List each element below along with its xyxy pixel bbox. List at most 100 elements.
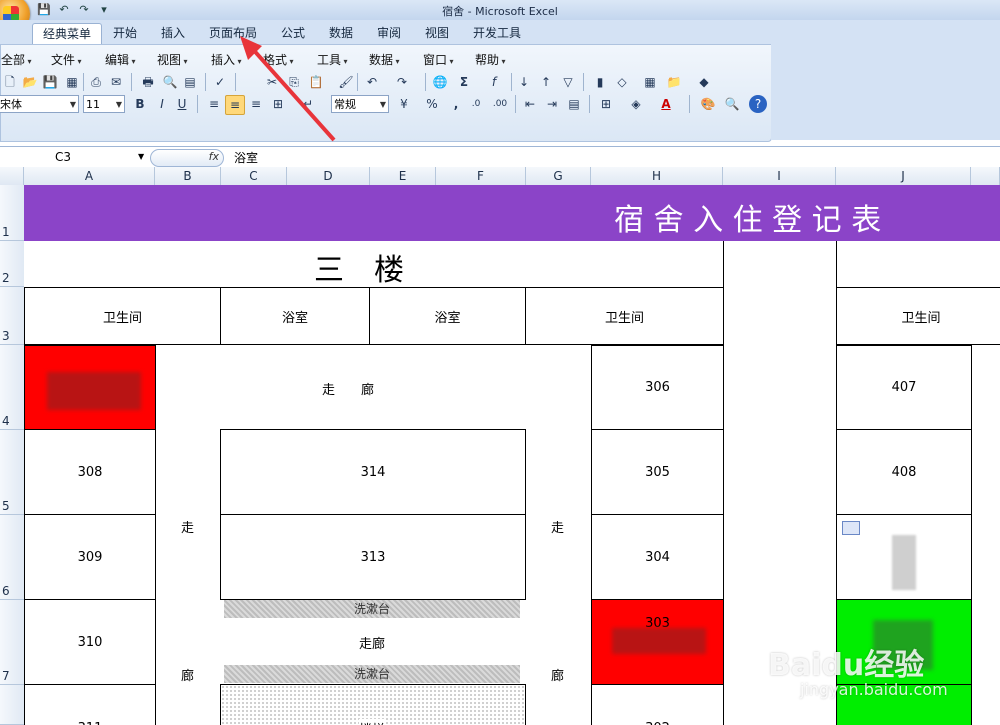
room-311[interactable]: 311 bbox=[24, 684, 156, 725]
print-preview-icon[interactable]: 🔍 bbox=[161, 73, 179, 91]
column-header[interactable]: G bbox=[526, 167, 591, 185]
menu-all[interactable]: 全部 bbox=[1, 51, 32, 68]
font-color-icon[interactable]: A bbox=[657, 95, 675, 113]
borders-icon[interactable]: ⊞ bbox=[597, 95, 615, 113]
row-header[interactable]: 3 bbox=[0, 287, 24, 345]
redo-icon[interactable]: ↷ bbox=[76, 2, 92, 17]
room-408[interactable]: 408 bbox=[836, 429, 972, 515]
sort-descending-icon[interactable]: ↑ bbox=[537, 73, 555, 91]
decrease-decimal-icon[interactable]: .00 bbox=[491, 95, 509, 113]
cell-bathroom[interactable]: 卫生间 bbox=[525, 287, 724, 345]
increase-indent-icon[interactable]: ⇥ bbox=[543, 95, 561, 113]
email-icon[interactable]: ✉ bbox=[107, 73, 125, 91]
formula-controls[interactable]: fx bbox=[150, 149, 224, 167]
room-308[interactable]: 308 bbox=[24, 429, 156, 515]
cell-bathroom[interactable]: 卫生间 bbox=[836, 287, 1000, 345]
folder-icon[interactable]: 📁 bbox=[665, 73, 683, 91]
row-header[interactable]: 5 bbox=[0, 430, 24, 515]
column-header[interactable]: D bbox=[287, 167, 370, 185]
spelling-icon[interactable]: ✓ bbox=[211, 73, 229, 91]
pdf-icon[interactable]: ⎙ bbox=[87, 73, 105, 91]
sheet-title-bar[interactable]: 宿 舍 入 住 登 记 表 bbox=[24, 185, 1000, 241]
column-header[interactable]: I bbox=[723, 167, 836, 185]
save-icon[interactable]: 💾 bbox=[36, 2, 52, 17]
menu-edit[interactable]: 编辑 bbox=[105, 51, 136, 68]
permission-icon[interactable]: ▦ bbox=[63, 73, 81, 91]
column-header[interactable]: J bbox=[836, 167, 971, 185]
tab-review[interactable]: 审阅 bbox=[370, 23, 408, 43]
font-name-combo[interactable]: 宋体 ▼ bbox=[0, 95, 79, 113]
hyperlink-icon[interactable]: 🌐 bbox=[431, 73, 449, 91]
cell-shower[interactable]: 浴室 bbox=[369, 287, 526, 345]
tab-home[interactable]: 开始 bbox=[106, 23, 144, 43]
comma-button[interactable]: , bbox=[447, 95, 465, 113]
room-314[interactable]: 314 bbox=[220, 429, 526, 515]
percent-button[interactable]: % bbox=[423, 95, 441, 113]
table-icon[interactable]: ▦ bbox=[641, 73, 659, 91]
room-310[interactable]: 310 bbox=[24, 599, 156, 685]
room-303[interactable]: 303 bbox=[591, 599, 724, 685]
row-header[interactable]: 4 bbox=[0, 345, 24, 430]
row-header[interactable]: 1 bbox=[0, 185, 24, 241]
menu-data[interactable]: 数据 bbox=[369, 51, 400, 68]
align-left-icon[interactable]: ≡ bbox=[205, 95, 223, 113]
undo-icon[interactable]: ↶ bbox=[363, 73, 381, 91]
find-icon[interactable]: 🔍 bbox=[723, 95, 741, 113]
column-header[interactable]: A bbox=[24, 167, 155, 185]
tab-insert[interactable]: 插入 bbox=[154, 23, 192, 43]
menu-window[interactable]: 窗口 bbox=[423, 51, 454, 68]
row-header[interactable]: 6 bbox=[0, 515, 24, 600]
row-header[interactable]: 2 bbox=[0, 241, 24, 287]
macro-icon[interactable]: ◆ bbox=[695, 73, 713, 91]
room-309[interactable]: 309 bbox=[24, 514, 156, 600]
room-306[interactable]: 306 bbox=[591, 345, 724, 430]
room-407[interactable]: 407 bbox=[836, 345, 972, 430]
tab-classic-menu[interactable]: 经典菜单 bbox=[32, 23, 102, 45]
column-header[interactable]: F bbox=[436, 167, 526, 185]
page-setup-icon[interactable]: ▤ bbox=[181, 73, 199, 91]
row-header[interactable]: 7 bbox=[0, 600, 24, 685]
column-header[interactable] bbox=[971, 167, 1000, 185]
customize-qat-icon[interactable]: ▾ bbox=[96, 2, 112, 17]
menu-file[interactable]: 文件 bbox=[51, 51, 82, 68]
redo-icon[interactable]: ↷ bbox=[393, 73, 411, 91]
bold-button[interactable]: B bbox=[131, 95, 149, 113]
stairs-area[interactable]: 楼梯 bbox=[220, 684, 526, 725]
tab-developer[interactable]: 开发工具 bbox=[468, 23, 526, 43]
autosum-icon[interactable]: Σ bbox=[455, 73, 473, 91]
italic-button[interactable]: I bbox=[153, 95, 171, 113]
save-icon[interactable]: 💾 bbox=[41, 73, 59, 91]
formula-input[interactable]: 浴室 bbox=[234, 149, 258, 166]
room-occupied-redacted[interactable] bbox=[24, 345, 156, 430]
room-305[interactable]: 305 bbox=[591, 429, 724, 515]
chart-icon[interactable]: ▮ bbox=[591, 73, 609, 91]
room-302[interactable]: 302 bbox=[591, 684, 724, 725]
cell-bathroom[interactable]: 卫生间 bbox=[24, 287, 221, 345]
underline-button[interactable]: U bbox=[173, 95, 191, 113]
new-icon[interactable]: 🗋 bbox=[1, 73, 19, 91]
autofill-options-icon[interactable] bbox=[842, 521, 860, 535]
room-313[interactable]: 313 bbox=[220, 514, 526, 600]
styles-icon[interactable]: 🎨 bbox=[699, 95, 717, 113]
undo-icon[interactable]: ↶ bbox=[56, 2, 72, 17]
name-box[interactable]: C3 ▼ bbox=[0, 147, 150, 167]
cell-shower[interactable]: 浴室 bbox=[220, 287, 370, 345]
room-304[interactable]: 304 bbox=[591, 514, 724, 600]
row-header[interactable] bbox=[0, 685, 24, 725]
column-header[interactable]: B bbox=[155, 167, 221, 185]
column-header[interactable]: C bbox=[221, 167, 287, 185]
menu-view[interactable]: 视图 bbox=[157, 51, 188, 68]
name-box-dropdown-icon[interactable]: ▼ bbox=[138, 147, 144, 167]
function-icon[interactable]: f bbox=[485, 73, 503, 91]
open-icon[interactable]: 📂 bbox=[21, 73, 39, 91]
select-all-corner[interactable] bbox=[0, 167, 24, 185]
currency-icon[interactable]: ¥ bbox=[395, 95, 413, 113]
menu-help[interactable]: 帮助 bbox=[475, 51, 506, 68]
filter-icon[interactable]: ▽ bbox=[559, 73, 577, 91]
column-header[interactable]: E bbox=[370, 167, 436, 185]
tab-view[interactable]: 视图 bbox=[418, 23, 456, 43]
print-icon[interactable]: 🖶 bbox=[139, 73, 157, 91]
shapes-icon[interactable]: ◇ bbox=[613, 73, 631, 91]
conditional-format-icon[interactable]: ▤ bbox=[565, 95, 583, 113]
help-icon[interactable]: ? bbox=[749, 95, 767, 113]
